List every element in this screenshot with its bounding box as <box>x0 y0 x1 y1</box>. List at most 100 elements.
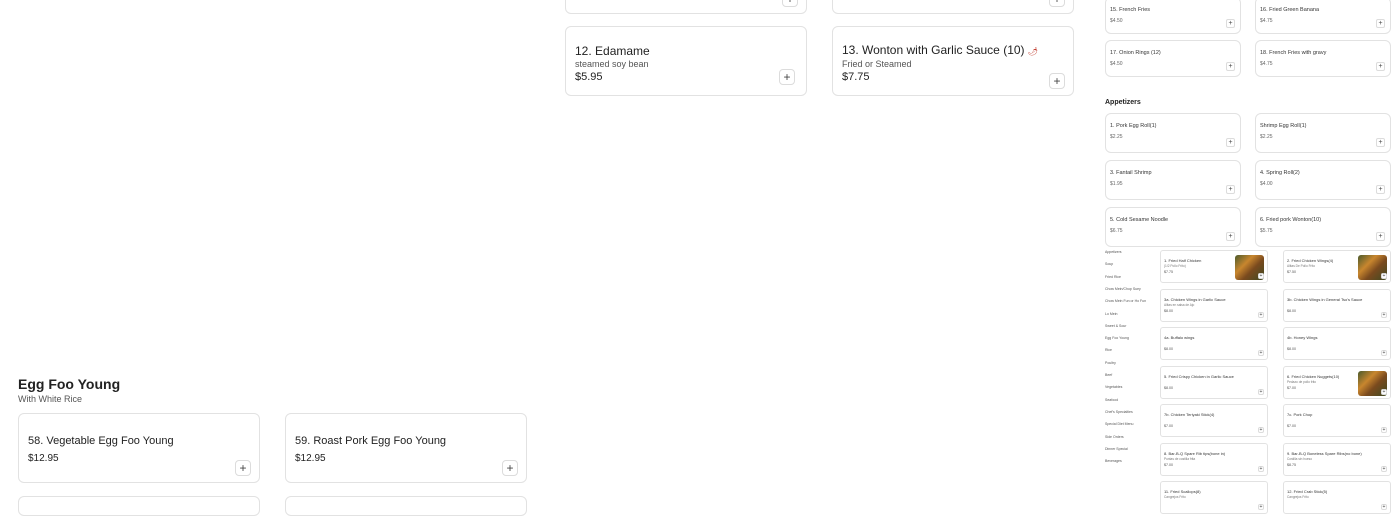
menu-item-card[interactable]: 11. Fried Scallops(8) Cangrejos Frito + <box>1160 481 1268 514</box>
item-price: $7.00 <box>1287 385 1296 390</box>
nav-item[interactable]: Sweet & Sour <box>1105 324 1126 328</box>
add-button[interactable]: + <box>1381 388 1387 395</box>
nav-item[interactable]: Side Orders <box>1105 435 1124 439</box>
add-button[interactable]: + <box>1226 232 1235 241</box>
add-button[interactable]: + <box>1381 350 1387 356</box>
nav-item[interactable]: Special Diet Menu <box>1105 422 1133 426</box>
add-button[interactable]: + <box>1226 19 1235 28</box>
menu-item-card[interactable]: 4. Spring Roll(2) $4.00 + <box>1255 160 1391 200</box>
add-button[interactable]: + <box>1258 427 1264 433</box>
nav-item[interactable]: Dinner Special <box>1105 447 1128 451</box>
appetizers-heading: Appetizers <box>1105 99 1141 106</box>
menu-item-card[interactable]: 18. French Fries with gravy $4.75 + <box>1255 40 1391 77</box>
add-button[interactable]: + <box>1258 311 1264 318</box>
menu-item-card[interactable]: 4b. Honey Wings $8.00 + <box>1283 327 1391 360</box>
menu-item-card[interactable]: 8. Bar-B-Q Spare Rib tips(bone in) Puntas… <box>1160 442 1268 476</box>
item-price: $7.75 <box>842 71 870 83</box>
add-button[interactable]: + <box>1226 138 1235 147</box>
nav-item[interactable]: Rice <box>1105 348 1112 352</box>
add-button[interactable]: + <box>1049 0 1065 7</box>
menu-item-card[interactable]: 3a. Chicken Wings in Garlic Sauce Alitas … <box>1160 288 1268 322</box>
menu-item-card[interactable]: 7c. Pork Chop $7.00 + <box>1283 404 1391 437</box>
add-button[interactable]: + <box>1376 185 1385 194</box>
nav-item[interactable]: Beef <box>1105 373 1112 377</box>
item-name: Shrimp Egg Roll(1) <box>1260 123 1307 129</box>
nav-item[interactable]: Poultry <box>1105 361 1116 365</box>
menu-item-card[interactable]: 1. Pork Egg Roll(1) $2.25 + <box>1105 113 1241 153</box>
nav-item[interactable]: Fried Rice <box>1105 275 1121 279</box>
menu-item-card[interactable]: 1. Fried Half Chicken (1/2 Pollo Frito) $7… <box>1160 250 1268 283</box>
add-button[interactable]: + <box>1381 311 1387 318</box>
menu-item-roast-pork-egg-foo-young[interactable]: 59. Roast Pork Egg Foo Young $12.95 + <box>285 413 527 483</box>
nav-item[interactable]: Vegetables <box>1105 385 1122 389</box>
item-price: $8.00 <box>1164 308 1173 313</box>
add-button[interactable]: + <box>1381 504 1387 510</box>
plus-icon: + <box>239 461 247 475</box>
nav-item[interactable]: Chow Mein Fun or Ho Fun <box>1105 299 1146 303</box>
item-name: 18. French Fries with gravy <box>1260 50 1327 56</box>
item-price: $1.95 <box>1110 181 1123 187</box>
item-name: 1. Pork Egg Roll(1) <box>1110 123 1157 129</box>
item-price: $4.50 <box>1110 18 1123 24</box>
menu-item-card[interactable]: 4a. Buffalo wings $8.00 + <box>1160 327 1268 360</box>
item-name: 4a. Buffalo wings <box>1164 335 1195 340</box>
menu-item-card[interactable]: 2. Fried Chicken Wings(4) Alitas De Pollo… <box>1283 250 1391 283</box>
add-button[interactable]: + <box>1381 465 1387 472</box>
menu-item-card[interactable]: 6. Fried pork Wonton(10) $5.75 + <box>1255 207 1391 247</box>
add-button[interactable]: + <box>1258 388 1264 395</box>
add-button[interactable]: + <box>1226 185 1235 194</box>
menu-item-card[interactable]: 6. Fried Chicken Nuggets(10) Pedazo de po… <box>1283 365 1391 399</box>
plus-icon: + <box>783 70 791 84</box>
nav-item[interactable]: Egg Foo Young <box>1105 336 1129 340</box>
add-button[interactable]: + <box>1258 465 1264 472</box>
item-name: 17. Onion Rings (12) <box>1110 50 1161 56</box>
add-button[interactable]: + <box>1258 504 1264 510</box>
item-price: $2.25 <box>1260 134 1273 140</box>
menu-item-wonton[interactable]: 13. Wonton with Garlic Sauce (10) 🌶 Frie… <box>832 26 1074 96</box>
add-button[interactable]: + <box>1381 427 1387 433</box>
partial-card-top-right: + <box>832 0 1074 14</box>
add-button[interactable]: + <box>1258 350 1264 356</box>
menu-item-vegetable-egg-foo-young[interactable]: 58. Vegetable Egg Foo Young $12.95 + <box>18 413 260 483</box>
nav-item[interactable]: Chef's Specialties <box>1105 410 1133 414</box>
item-subtitle: Costilla sin hueso <box>1287 456 1312 461</box>
plus-icon: + <box>1053 74 1061 88</box>
menu-item-card[interactable]: 12. Fried Crab Stick(5) Cangrejos Frito + <box>1283 481 1391 514</box>
nav-item[interactable]: Seafood <box>1105 398 1118 402</box>
add-button[interactable]: + <box>1376 232 1385 241</box>
nav-item[interactable]: Soup <box>1105 262 1113 266</box>
add-button[interactable]: + <box>235 460 251 476</box>
menu-item-card[interactable]: 9. Bar-B-Q Boneless Spare Ribs(no bone) C… <box>1283 442 1391 476</box>
add-button[interactable]: + <box>1049 73 1065 89</box>
add-button[interactable]: + <box>1376 138 1385 147</box>
menu-item-card[interactable]: 5. Fried Crispy Chicken in Garlic Sauce $… <box>1160 365 1268 399</box>
nav-item[interactable]: Chow Mein/Chop Suey <box>1105 287 1141 291</box>
menu-item-card[interactable]: 5. Cold Sesame Noodle $6.75 + <box>1105 207 1241 247</box>
item-price: $8.00 <box>1287 347 1296 351</box>
menu-item-card[interactable]: 15. French Fries $4.50 + <box>1105 0 1241 34</box>
add-button[interactable]: + <box>1376 19 1385 28</box>
add-button[interactable]: + <box>1226 62 1235 71</box>
menu-item-card[interactable]: 17. Onion Rings (12) $4.50 + <box>1105 40 1241 77</box>
item-price: $8.75 <box>1287 462 1296 467</box>
add-button[interactable]: + <box>1258 273 1264 279</box>
nav-item[interactable]: Appetizers <box>1105 250 1122 254</box>
item-name: 6. Fried Chicken Nuggets(10) <box>1287 373 1340 379</box>
menu-item-card[interactable]: 7b. Chicken Teriyaki Stick(4) $7.00 + <box>1160 404 1268 437</box>
nav-item[interactable]: Beverages <box>1105 459 1122 463</box>
item-price: $12.95 <box>295 453 326 464</box>
add-button[interactable]: + <box>1376 62 1385 71</box>
menu-item-card[interactable]: 3b. Chicken Wings in General Tso's Sauce… <box>1283 288 1391 322</box>
section-subtitle: With White Rice <box>18 394 83 404</box>
add-button[interactable]: + <box>502 460 518 476</box>
add-button[interactable]: + <box>779 69 795 85</box>
nav-item[interactable]: Lo Mein <box>1105 312 1117 316</box>
menu-item-card[interactable]: 16. Fried Green Banana $4.75 + <box>1255 0 1391 34</box>
menu-item-card[interactable]: 3. Fantail Shrimp $1.95 + <box>1105 160 1241 200</box>
item-subtitle: Pedazo de pollo frito <box>1287 379 1317 384</box>
add-button[interactable]: + <box>1381 273 1387 279</box>
item-title: 58. Vegetable Egg Foo Young <box>28 435 174 447</box>
menu-item-card[interactable]: Shrimp Egg Roll(1) $2.25 + <box>1255 113 1391 153</box>
add-button[interactable]: + <box>782 0 798 7</box>
menu-item-edamame[interactable]: 12. Edamame steamed soy bean $5.95 + <box>565 26 807 96</box>
